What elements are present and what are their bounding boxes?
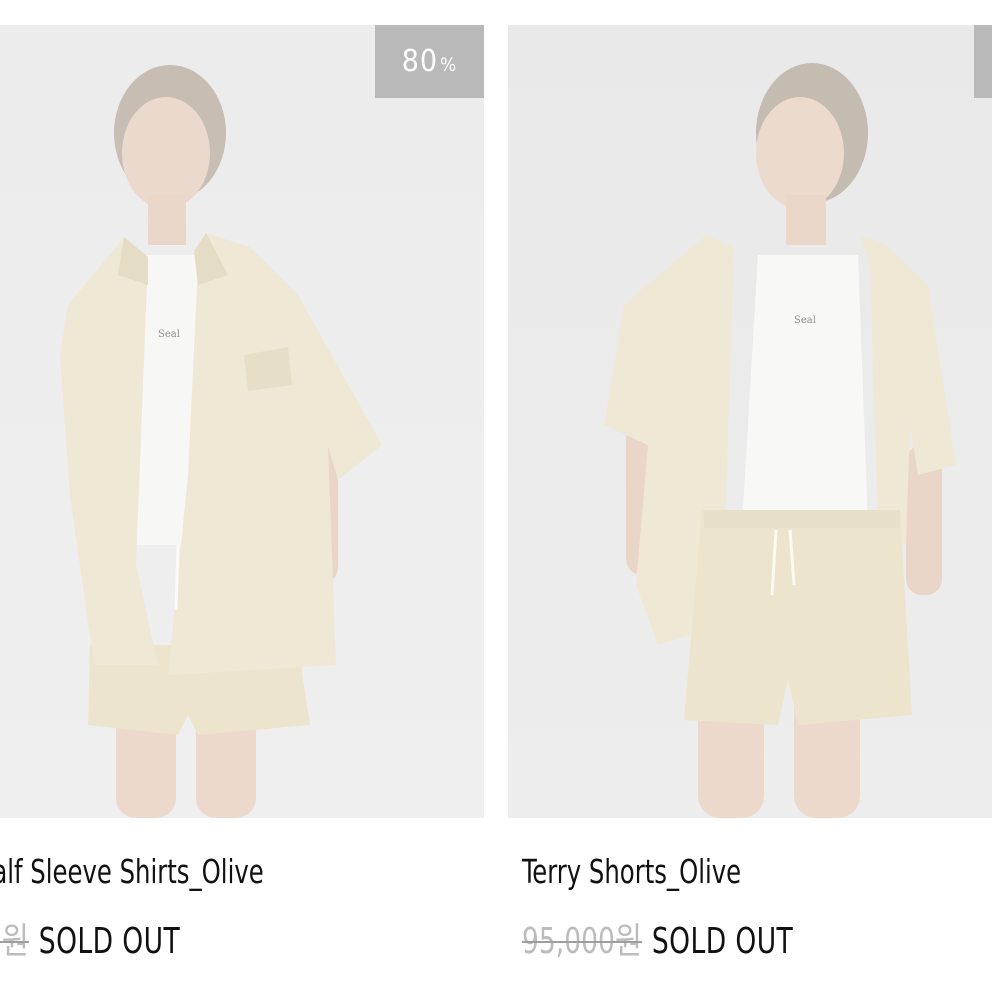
price-line: 00원 SOLD OUT bbox=[0, 912, 180, 964]
discount-value: 80 bbox=[401, 44, 439, 79]
sold-out-label: SOLD OUT bbox=[38, 921, 181, 962]
discount-badge bbox=[974, 25, 992, 98]
product-grid: Seal 80% Half Sleeve Shirts_Olive 00원 SO… bbox=[0, 0, 992, 992]
svg-text:Seal: Seal bbox=[794, 315, 816, 326]
product-image[interactable]: Seal 80% bbox=[0, 25, 484, 818]
discount-unit: % bbox=[440, 53, 458, 76]
model-photo-illustration: Seal bbox=[604, 63, 956, 818]
sold-out-label: SOLD OUT bbox=[651, 921, 794, 962]
product-image[interactable]: Seal bbox=[508, 25, 992, 818]
original-price: 95,000원 bbox=[522, 921, 643, 962]
product-card-half-sleeve-shirts[interactable]: Seal 80% Half Sleeve Shirts_Olive 00원 SO… bbox=[0, 0, 484, 962]
price-line: 95,000원 SOLD OUT bbox=[522, 912, 793, 964]
svg-text:Seal: Seal bbox=[158, 329, 180, 340]
original-price: 00원 bbox=[0, 921, 29, 962]
product-title[interactable]: Half Sleeve Shirts_Olive bbox=[0, 852, 264, 891]
model-photo-illustration: Seal bbox=[60, 65, 382, 818]
product-card-terry-shorts[interactable]: Seal Terry Shorts_Olive 95,000원 SOLD OUT bbox=[508, 0, 992, 962]
product-title[interactable]: Terry Shorts_Olive bbox=[522, 852, 741, 891]
discount-badge: 80% bbox=[375, 25, 484, 98]
